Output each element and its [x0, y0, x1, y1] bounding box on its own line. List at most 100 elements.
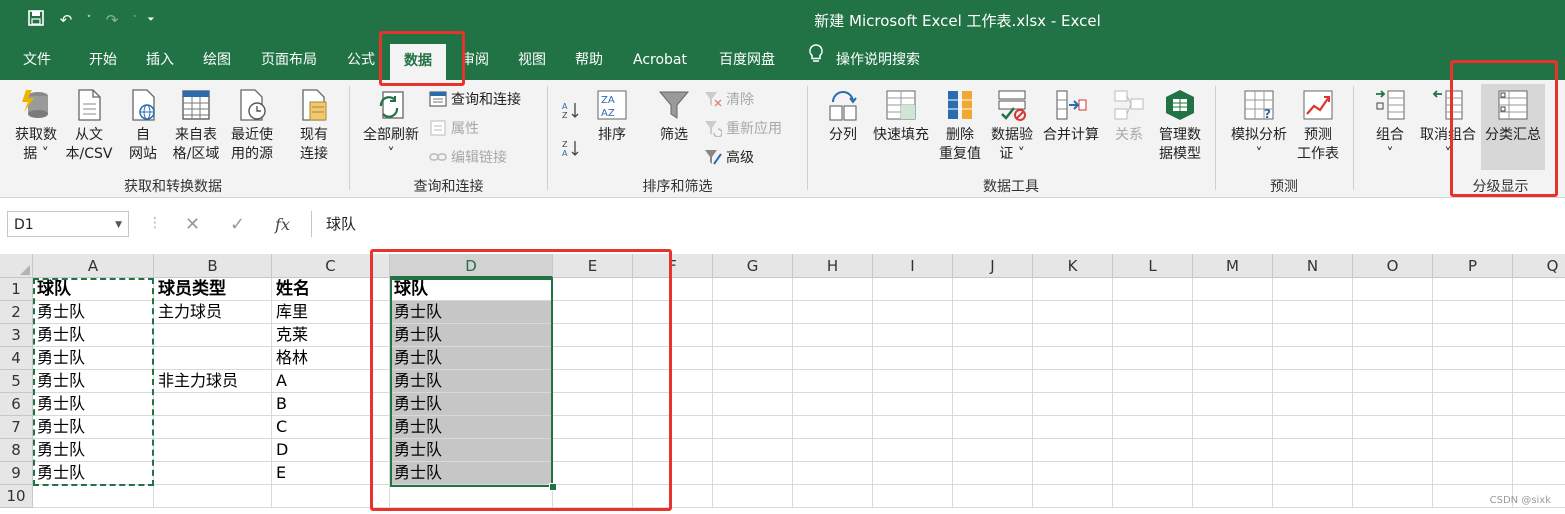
cell-p1[interactable]: [1433, 278, 1513, 301]
cancel-icon[interactable]: ✕: [170, 214, 215, 235]
cell-c2[interactable]: 库里: [272, 301, 390, 324]
consolidate-button[interactable]: 合并计算: [1040, 88, 1102, 145]
select-all-button[interactable]: [0, 254, 33, 278]
tab-formulas[interactable]: 公式: [334, 40, 388, 80]
formula-bar-grip-icon[interactable]: ⋮: [148, 215, 162, 231]
tab-help[interactable]: 帮助: [562, 40, 616, 80]
cell-m9[interactable]: [1193, 462, 1273, 485]
sort-descending-button[interactable]: ZA: [562, 136, 580, 160]
group-button[interactable]: 组合 ˅: [1366, 88, 1414, 164]
cell-o3[interactable]: [1353, 324, 1433, 347]
cell-g4[interactable]: [713, 347, 793, 370]
cell-j8[interactable]: [953, 439, 1033, 462]
cell-f6[interactable]: [633, 393, 713, 416]
cell-o1[interactable]: [1353, 278, 1433, 301]
row-header-9[interactable]: 9: [0, 462, 33, 485]
tab-home[interactable]: 开始: [76, 40, 130, 80]
ungroup-button[interactable]: 取消组合 ˅: [1417, 88, 1479, 164]
cell-j6[interactable]: [953, 393, 1033, 416]
column-header-a[interactable]: A: [33, 254, 154, 278]
tab-data[interactable]: 数据: [390, 44, 446, 80]
cell-l1[interactable]: [1113, 278, 1193, 301]
cell-o5[interactable]: [1353, 370, 1433, 393]
existing-connections-button[interactable]: 现有 连接: [290, 88, 338, 164]
cell-k6[interactable]: [1033, 393, 1113, 416]
cell-h2[interactable]: [793, 301, 873, 324]
column-header-p[interactable]: P: [1433, 254, 1513, 278]
cell-e3[interactable]: [553, 324, 633, 347]
cell-d1[interactable]: 球队: [390, 278, 553, 301]
cell-j2[interactable]: [953, 301, 1033, 324]
cell-i5[interactable]: [873, 370, 953, 393]
cell-k8[interactable]: [1033, 439, 1113, 462]
cell-q3[interactable]: [1513, 324, 1565, 347]
column-header-b[interactable]: B: [154, 254, 272, 278]
fill-handle[interactable]: [549, 483, 557, 491]
cell-e5[interactable]: [553, 370, 633, 393]
cell-h10[interactable]: [793, 485, 873, 508]
cell-p3[interactable]: [1433, 324, 1513, 347]
insert-function-icon[interactable]: fx: [260, 215, 305, 234]
column-header-i[interactable]: I: [873, 254, 953, 278]
get-data-button[interactable]: 获取数 据 ˅: [8, 88, 64, 164]
cell-b3[interactable]: [154, 324, 272, 347]
cell-n4[interactable]: [1273, 347, 1353, 370]
cell-q5[interactable]: [1513, 370, 1565, 393]
cell-g10[interactable]: [713, 485, 793, 508]
cell-k5[interactable]: [1033, 370, 1113, 393]
cell-e4[interactable]: [553, 347, 633, 370]
column-header-q[interactable]: Q: [1513, 254, 1565, 278]
cell-m6[interactable]: [1193, 393, 1273, 416]
cell-k7[interactable]: [1033, 416, 1113, 439]
cell-a4[interactable]: 勇士队: [33, 347, 154, 370]
cell-g1[interactable]: [713, 278, 793, 301]
cell-e6[interactable]: [553, 393, 633, 416]
cell-k1[interactable]: [1033, 278, 1113, 301]
cell-g8[interactable]: [713, 439, 793, 462]
cell-d10[interactable]: [390, 485, 553, 508]
cell-n8[interactable]: [1273, 439, 1353, 462]
filter-button[interactable]: 筛选: [652, 88, 696, 145]
cell-k4[interactable]: [1033, 347, 1113, 370]
cell-n9[interactable]: [1273, 462, 1353, 485]
recent-sources-button[interactable]: 最近使 用的源: [226, 88, 278, 164]
data-validation-button[interactable]: 数据验 证 ˅: [986, 88, 1038, 164]
cell-l4[interactable]: [1113, 347, 1193, 370]
reapply-button[interactable]: 重新应用: [704, 116, 782, 140]
cell-m7[interactable]: [1193, 416, 1273, 439]
cell-o4[interactable]: [1353, 347, 1433, 370]
cell-l5[interactable]: [1113, 370, 1193, 393]
cell-a6[interactable]: 勇士队: [33, 393, 154, 416]
cell-p5[interactable]: [1433, 370, 1513, 393]
cell-q8[interactable]: [1513, 439, 1565, 462]
cell-f7[interactable]: [633, 416, 713, 439]
cell-e2[interactable]: [553, 301, 633, 324]
tab-baidu-netdisk[interactable]: 百度网盘: [707, 40, 787, 80]
cell-i10[interactable]: [873, 485, 953, 508]
relationships-button[interactable]: 关系: [1108, 88, 1150, 145]
cell-g9[interactable]: [713, 462, 793, 485]
cell-i7[interactable]: [873, 416, 953, 439]
cell-c5[interactable]: A: [272, 370, 390, 393]
cell-k9[interactable]: [1033, 462, 1113, 485]
cell-h9[interactable]: [793, 462, 873, 485]
cell-h7[interactable]: [793, 416, 873, 439]
cell-f2[interactable]: [633, 301, 713, 324]
cell-p6[interactable]: [1433, 393, 1513, 416]
tab-view[interactable]: 视图: [505, 40, 559, 80]
column-header-m[interactable]: M: [1193, 254, 1273, 278]
cell-c9[interactable]: E: [272, 462, 390, 485]
cell-b9[interactable]: [154, 462, 272, 485]
tab-review[interactable]: 审阅: [448, 40, 502, 80]
cell-o10[interactable]: [1353, 485, 1433, 508]
cell-f9[interactable]: [633, 462, 713, 485]
cell-i8[interactable]: [873, 439, 953, 462]
cell-d6[interactable]: 勇士队: [390, 393, 553, 416]
cell-f8[interactable]: [633, 439, 713, 462]
cell-k2[interactable]: [1033, 301, 1113, 324]
cell-n1[interactable]: [1273, 278, 1353, 301]
refresh-all-button[interactable]: 全部刷新 ˅: [358, 88, 424, 164]
tab-page-layout[interactable]: 页面布局: [250, 40, 328, 80]
cell-l8[interactable]: [1113, 439, 1193, 462]
cell-f1[interactable]: [633, 278, 713, 301]
